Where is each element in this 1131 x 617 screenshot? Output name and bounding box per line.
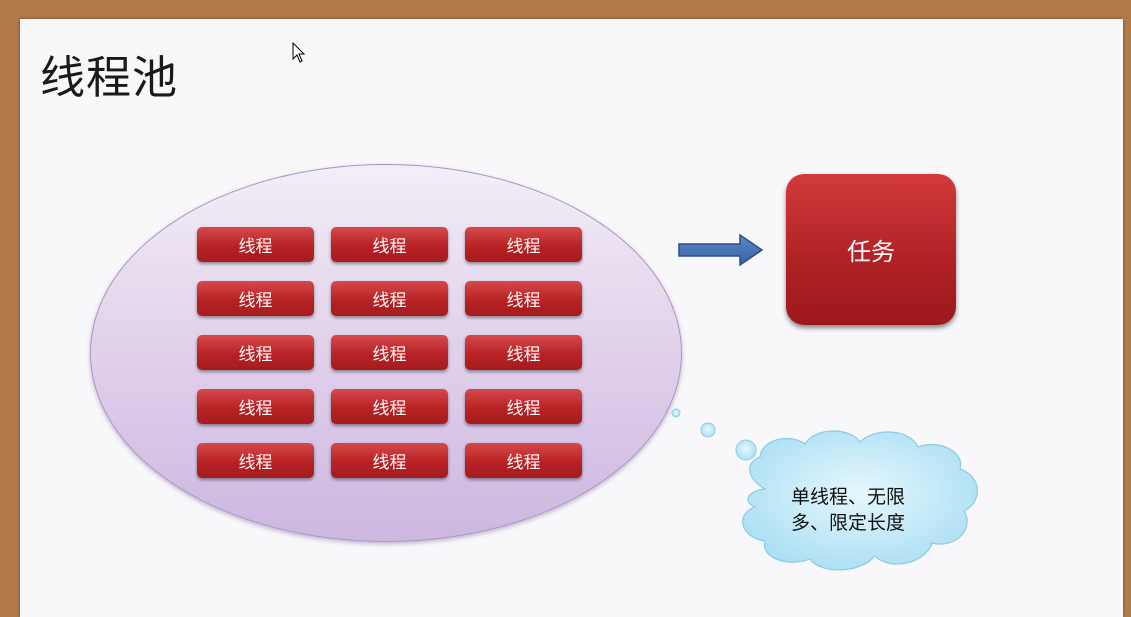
thread-box: 线程 xyxy=(331,227,448,262)
thought-bubble-large xyxy=(735,439,757,461)
thread-grid: 线程 线程 线程 线程 线程 线程 线程 线程 线程 线程 线程 线程 线程 线程 线程 xyxy=(197,227,582,478)
thread-box: 线程 xyxy=(331,389,448,424)
cloud-text-line-2: 多、限定长度 xyxy=(790,512,905,534)
thread-box: 线程 xyxy=(197,443,314,478)
thread-box: 线程 xyxy=(197,281,314,316)
thread-box: 线程 xyxy=(465,227,582,262)
mouse-cursor-icon xyxy=(292,42,306,63)
thread-box: 线程 xyxy=(465,389,582,424)
thought-bubble-medium xyxy=(700,422,716,438)
thread-box: 线程 xyxy=(197,335,314,370)
right-arrow-icon xyxy=(678,234,764,266)
cloud-text: 单线程、无限 多、限定长度 xyxy=(778,484,918,536)
cloud-text-line-1: 单线程、无限 xyxy=(790,486,905,508)
thread-box: 线程 xyxy=(465,281,582,316)
thread-box: 线程 xyxy=(465,335,582,370)
thread-box: 线程 xyxy=(331,281,448,316)
thread-box: 线程 xyxy=(331,443,448,478)
thread-box: 线程 xyxy=(465,443,582,478)
thread-box: 线程 xyxy=(197,227,314,262)
thought-bubble-small xyxy=(671,408,681,418)
slide-title: 线程池 xyxy=(40,51,179,104)
task-label: 任务 xyxy=(847,238,895,266)
thread-box: 线程 xyxy=(197,389,314,424)
task-box: 任务 xyxy=(786,174,956,325)
thread-box: 线程 xyxy=(331,335,448,370)
slide: 线程池 线程 线程 线程 线程 线程 线程 线程 线程 线程 线程 线程 线程 线程 线程 线程 任务 xyxy=(20,19,1123,617)
